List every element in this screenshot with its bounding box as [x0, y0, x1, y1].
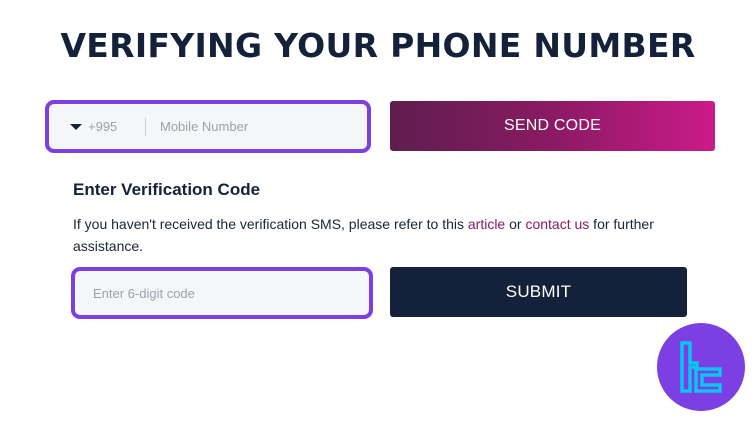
country-dial-code: +995: [88, 119, 118, 134]
verification-info: If you haven't received the verification…: [73, 213, 713, 257]
tc-logo-icon: [680, 341, 722, 393]
verification-code-field: [71, 267, 373, 319]
country-code-selector[interactable]: +995: [49, 104, 145, 149]
info-text-prefix: If you haven't received the verification…: [73, 216, 468, 232]
submit-button[interactable]: SUBMIT: [390, 267, 687, 317]
verification-heading: Enter Verification Code: [73, 180, 261, 199]
phone-input-group: +995: [45, 100, 371, 153]
caret-down-icon: [70, 123, 82, 130]
verification-code-input[interactable]: [75, 271, 369, 315]
contact-us-link[interactable]: contact us: [525, 216, 589, 232]
article-link[interactable]: article: [468, 216, 505, 232]
mobile-number-input[interactable]: [146, 103, 367, 150]
page-title: VERIFYING YOUR PHONE NUMBER: [60, 26, 696, 65]
tc-logo-badge: [657, 323, 745, 411]
info-text-middle: or: [505, 216, 526, 232]
send-code-button[interactable]: SEND CODE: [390, 101, 715, 151]
